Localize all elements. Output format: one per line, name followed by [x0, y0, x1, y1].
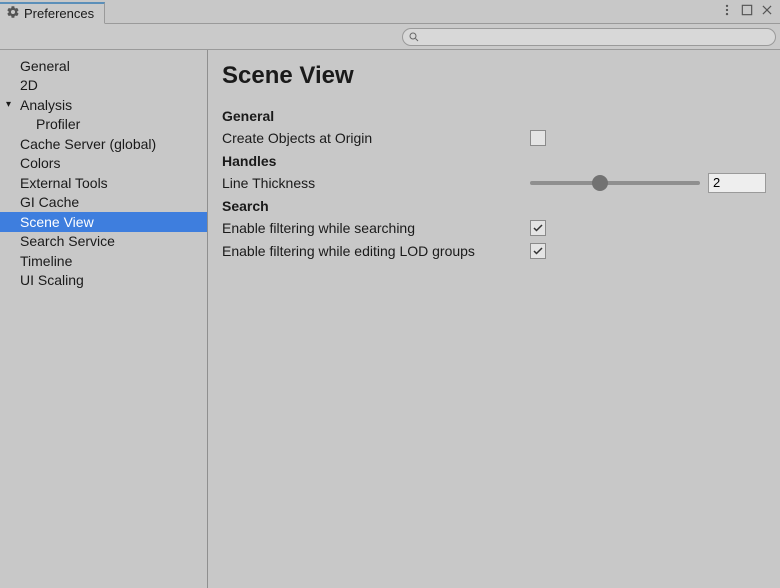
- page-title: Scene View: [222, 62, 766, 90]
- sidebar-item-label: Scene View: [20, 214, 94, 230]
- sidebar-item-general[interactable]: General: [0, 56, 207, 76]
- sidebar-item-label: Timeline: [20, 253, 72, 269]
- slider-thumb-icon[interactable]: [592, 175, 608, 191]
- sidebar-item-timeline[interactable]: Timeline: [0, 251, 207, 271]
- label-filter-searching: Enable filtering while searching: [222, 220, 530, 236]
- maximize-icon[interactable]: [740, 3, 754, 20]
- slider-line-thickness[interactable]: [530, 181, 700, 185]
- sidebar-item-label: External Tools: [20, 175, 108, 191]
- section-header-handles: Handles: [222, 153, 766, 169]
- kebab-icon[interactable]: [720, 3, 734, 20]
- sidebar-item-label: Analysis: [20, 97, 72, 113]
- sidebar-item-colors[interactable]: Colors: [0, 154, 207, 174]
- section-header-general: General: [222, 108, 766, 124]
- sidebar-item-search-service[interactable]: Search Service: [0, 232, 207, 252]
- checkbox-create-objects-at-origin[interactable]: [530, 130, 546, 146]
- titlebar: Preferences: [0, 0, 780, 24]
- sidebar-item-label: Profiler: [36, 116, 80, 132]
- label-filter-lod: Enable filtering while editing LOD group…: [222, 243, 530, 259]
- sidebar-item-scene-view[interactable]: Scene View: [0, 212, 207, 232]
- sidebar-item-cache-server[interactable]: Cache Server (global): [0, 134, 207, 154]
- gear-icon: [6, 5, 20, 22]
- preferences-tab[interactable]: Preferences: [0, 2, 105, 24]
- sidebar-item-profiler[interactable]: Profiler: [0, 115, 207, 135]
- tab-title: Preferences: [24, 6, 94, 21]
- search-input[interactable]: [402, 28, 776, 46]
- sidebar-item-label: GI Cache: [20, 194, 79, 210]
- row-line-thickness: Line Thickness: [222, 171, 766, 194]
- content-panel: Scene View General Create Objects at Ori…: [208, 50, 780, 588]
- check-icon: [532, 245, 544, 257]
- sidebar-item-label: General: [20, 58, 70, 74]
- input-line-thickness[interactable]: [708, 173, 766, 193]
- sidebar-item-ui-scaling[interactable]: UI Scaling: [0, 271, 207, 291]
- sidebar-item-external-tools[interactable]: External Tools: [0, 173, 207, 193]
- toolbar: [0, 24, 780, 50]
- checkbox-filter-searching[interactable]: [530, 220, 546, 236]
- sidebar: General 2D Analysis Profiler Cache Serve…: [0, 50, 208, 588]
- search-field-wrap: [402, 28, 776, 46]
- sidebar-item-analysis[interactable]: Analysis: [0, 95, 207, 115]
- sidebar-item-label: UI Scaling: [20, 272, 84, 288]
- row-filter-searching: Enable filtering while searching: [222, 216, 766, 239]
- sidebar-item-label: Cache Server (global): [20, 136, 156, 152]
- window-controls: [720, 3, 780, 20]
- label-line-thickness: Line Thickness: [222, 175, 530, 191]
- row-filter-lod: Enable filtering while editing LOD group…: [222, 239, 766, 262]
- label-create-objects-at-origin: Create Objects at Origin: [222, 130, 530, 146]
- body: General 2D Analysis Profiler Cache Serve…: [0, 50, 780, 588]
- sidebar-item-label: Colors: [20, 155, 60, 171]
- sidebar-item-gi-cache[interactable]: GI Cache: [0, 193, 207, 213]
- section-header-search: Search: [222, 198, 766, 214]
- sidebar-item-2d[interactable]: 2D: [0, 76, 207, 96]
- checkbox-filter-lod[interactable]: [530, 243, 546, 259]
- row-create-objects-at-origin: Create Objects at Origin: [222, 126, 766, 149]
- sidebar-item-label: Search Service: [20, 233, 115, 249]
- check-icon: [532, 222, 544, 234]
- sidebar-item-label: 2D: [20, 77, 38, 93]
- close-icon[interactable]: [760, 3, 774, 20]
